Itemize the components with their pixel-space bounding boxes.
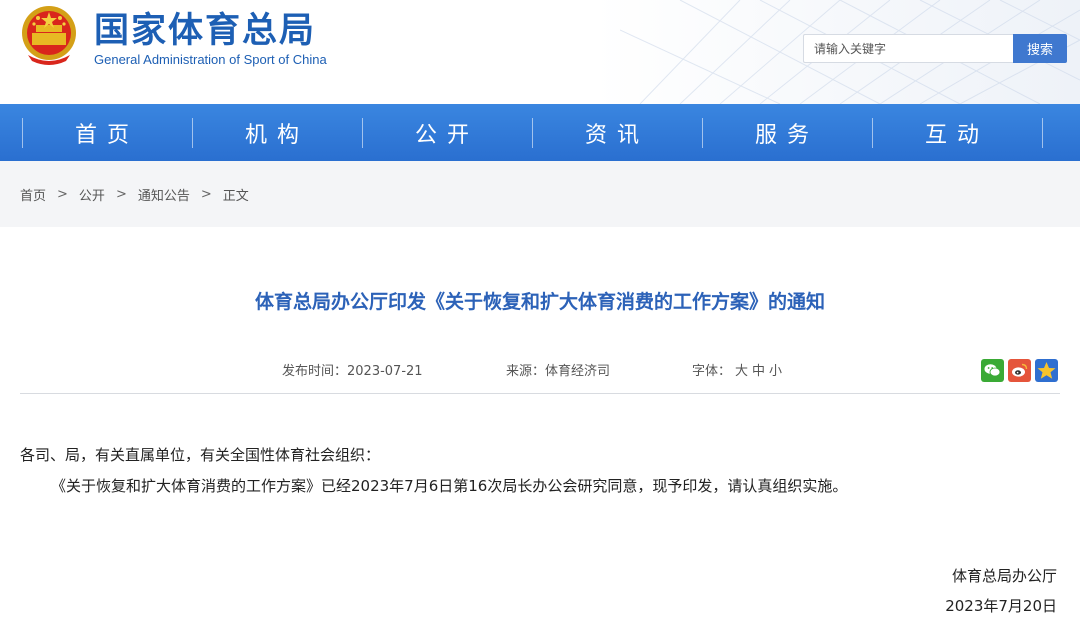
article-title: 体育总局办公厅印发《关于恢复和扩大体育消费的工作方案》的通知 [254,291,825,313]
nav-item-news[interactable]: 资讯 [532,104,702,161]
nav-item-services[interactable]: 服务 [702,104,872,161]
main-nav: 首页 机构 公开 资讯 服务 互动 [0,104,1080,161]
nav-item-public[interactable]: 公开 [362,104,532,161]
font-size-switcher: 字体：大中小 [692,362,782,382]
font-size-label: 字体： [692,364,732,379]
publish-date-label: 发布时间： [282,364,348,379]
font-size-medium[interactable]: 中 [752,364,765,379]
site-header: 国家体育总局 General Administration of Sport o… [0,0,1080,104]
breadcrumb-separator: > [57,187,68,202]
nav-item-organization[interactable]: 机构 [192,104,362,161]
article-divider [20,393,1060,394]
source-value: 体育经济司 [545,364,611,379]
signature-organization: 体育总局办公厅 [951,567,1057,585]
font-size-large[interactable]: 大 [735,364,748,379]
article-body-paragraph: 《关于恢复和扩大体育消费的工作方案》已经2023年7月6日第16次局长办公会研究… [51,477,848,495]
qzone-icon[interactable] [1035,359,1058,382]
font-size-small[interactable]: 小 [769,364,782,379]
article-salutation: 各司、局，有关直属单位，有关全国性体育社会组织： [20,446,381,464]
nav-item-home[interactable]: 首页 [22,104,192,161]
weibo-icon[interactable] [1008,359,1031,382]
wechat-icon[interactable] [981,359,1004,382]
breadcrumb-current: 正文 [222,189,249,204]
article-source: 来源：体育经济司 [506,362,610,382]
source-label: 来源： [506,364,546,379]
search-input[interactable] [803,34,1013,63]
breadcrumb: 首页 > 公开 > 通知公告 > 正文 [20,185,249,204]
breadcrumb-home[interactable]: 首页 [20,185,46,204]
publish-date-value: 2023-07-21 [347,364,423,379]
search-button[interactable]: 搜索 [1013,34,1067,63]
publish-date: 发布时间：2023-07-21 [282,362,423,382]
site-title[interactable]: 国家体育总局 [94,9,316,53]
breadcrumb-public[interactable]: 公开 [79,185,105,204]
breadcrumb-separator: > [200,187,212,202]
nav-item-interaction[interactable]: 互动 [872,104,1042,161]
nav-separator [1042,118,1043,148]
breadcrumb-separator: > [115,187,127,202]
signature-date: 2023年7月20日 [945,597,1057,615]
breadcrumb-bar: 首页 > 公开 > 通知公告 > 正文 [0,161,1080,227]
breadcrumb-notices[interactable]: 通知公告 [138,185,190,204]
site-subtitle: General Administration of Sport of China [94,52,327,67]
national-emblem-icon[interactable] [18,3,80,67]
